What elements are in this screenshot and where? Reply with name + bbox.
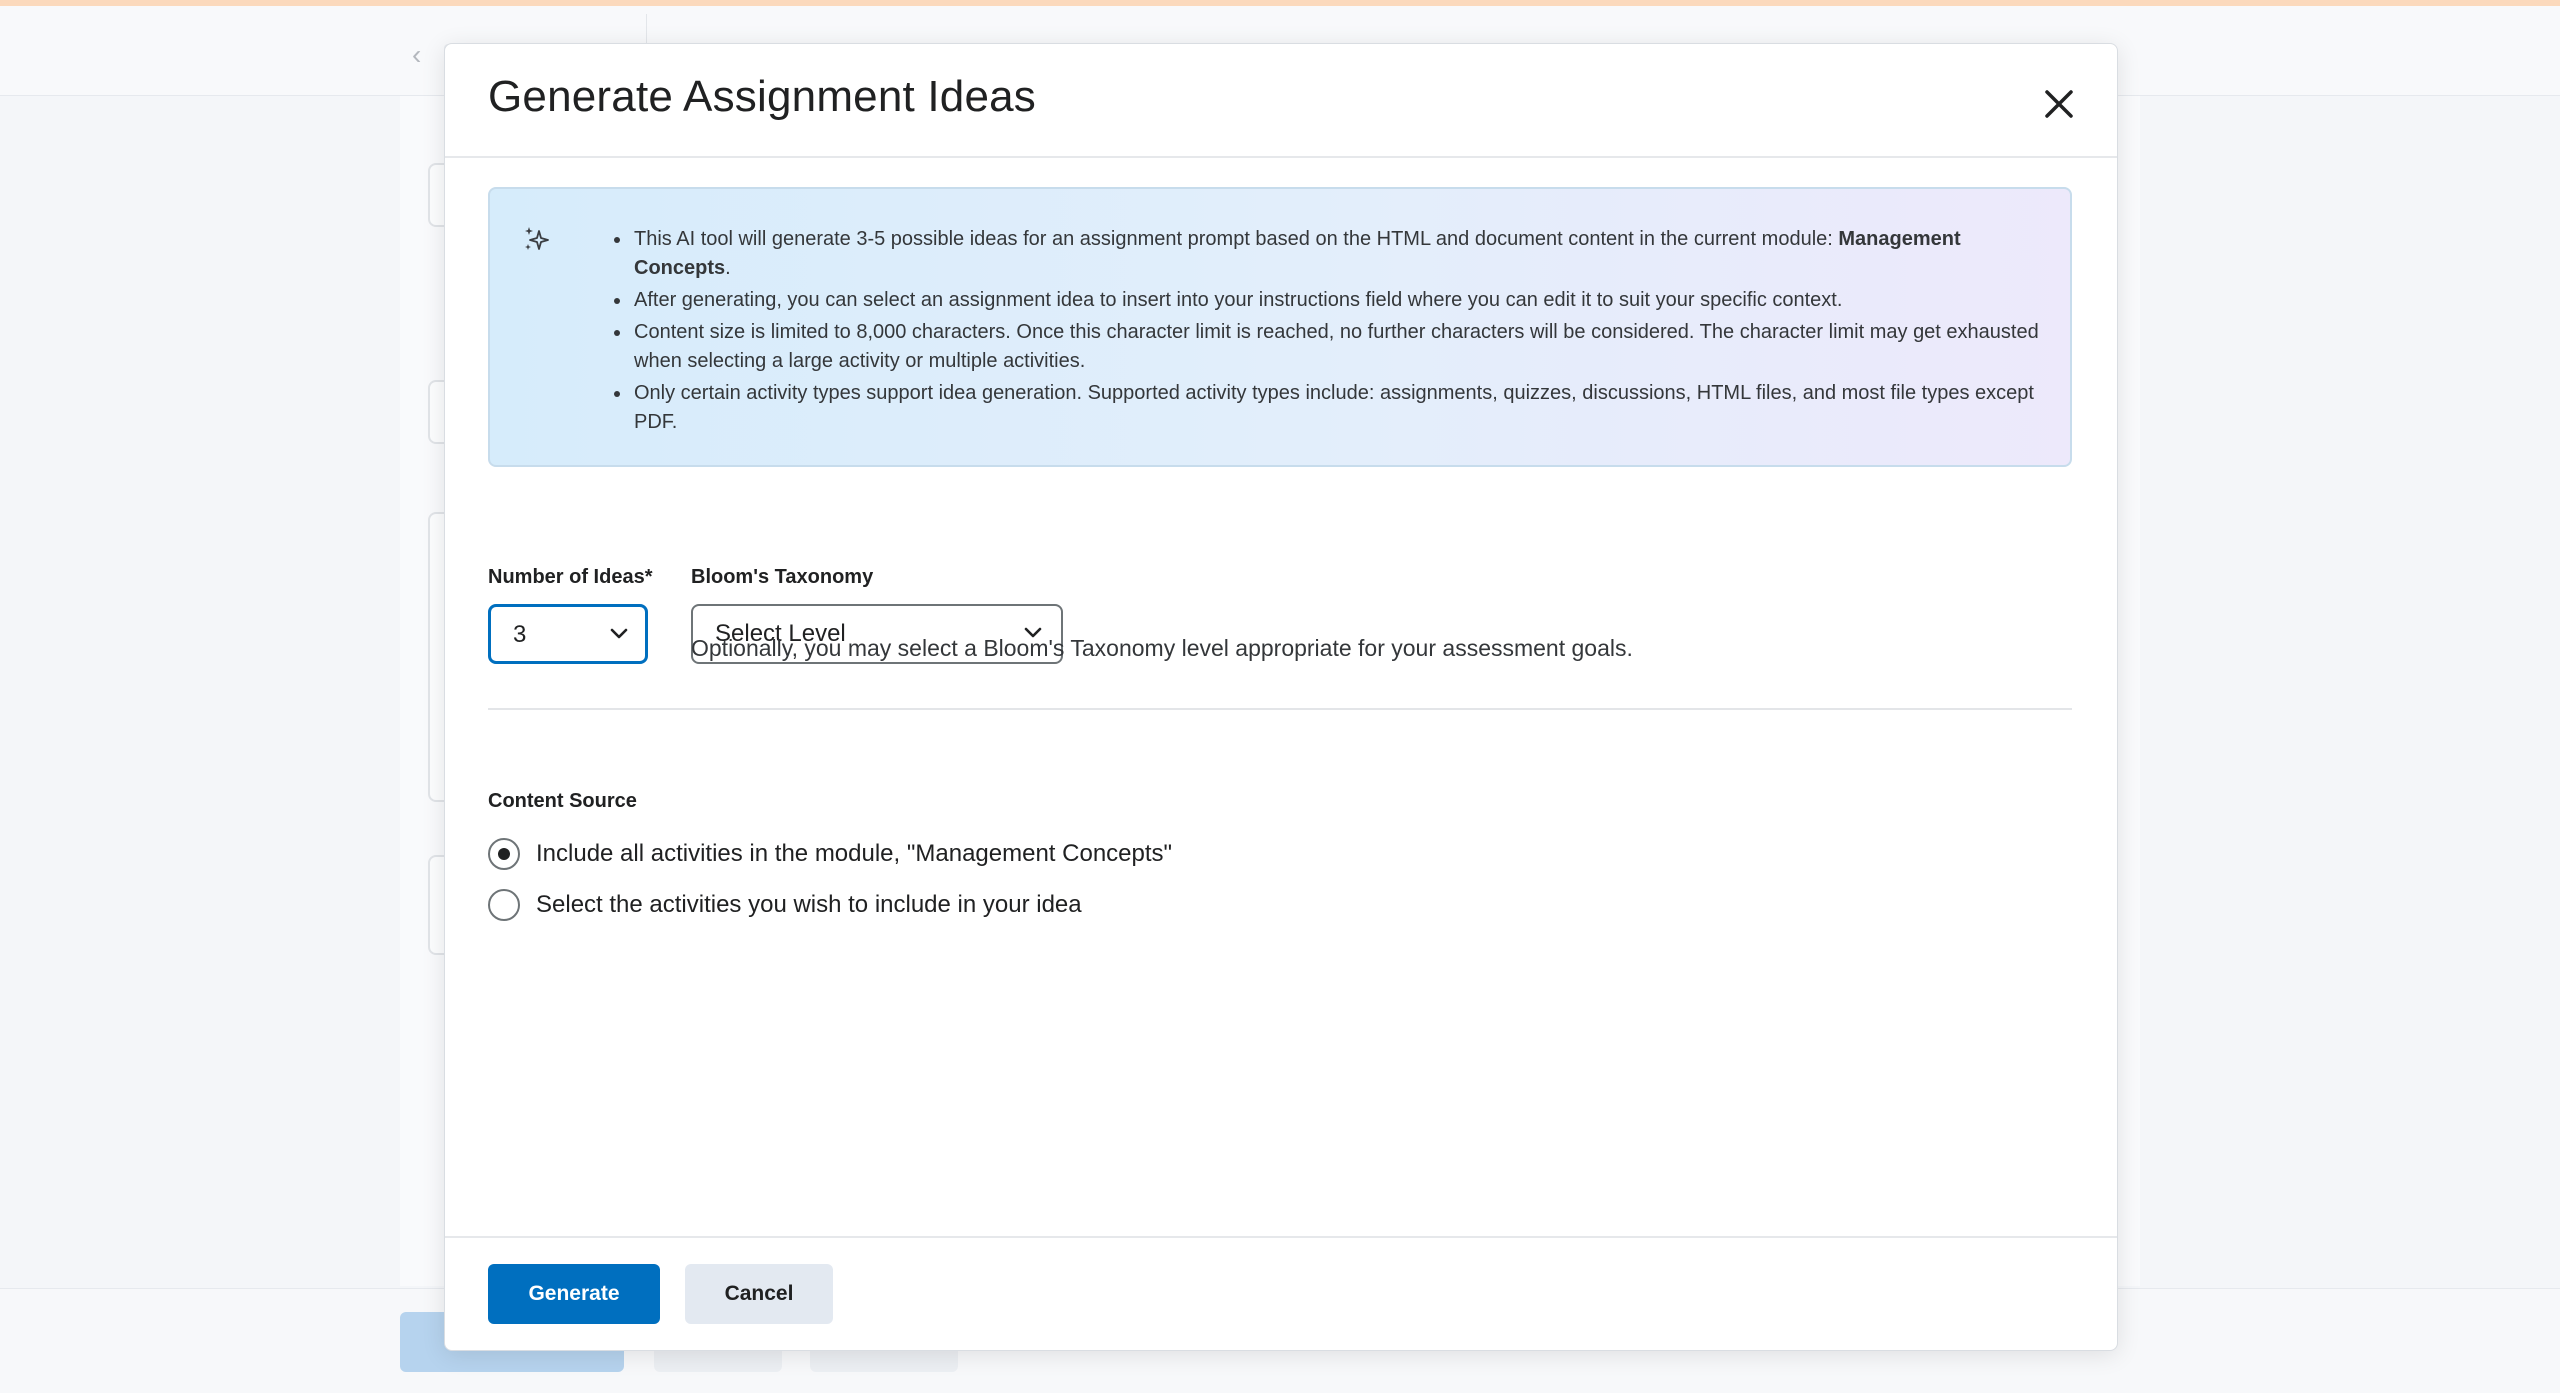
radio-select-activities[interactable]: Select the activities you wish to includ… <box>488 887 1128 927</box>
back-chevron-icon: ‹ <box>412 39 422 70</box>
info-item: Only certain activity types support idea… <box>632 379 2052 437</box>
info-item: After generating, you can select an assi… <box>632 286 2052 315</box>
close-button[interactable] <box>2037 82 2081 126</box>
radio-button[interactable] <box>488 889 520 921</box>
info-item: This AI tool will generate 3-5 possible … <box>632 225 2052 283</box>
number-of-ideas-select[interactable]: 3 <box>488 604 648 664</box>
info-item: Content size is limited to 8,000 charact… <box>632 318 2052 376</box>
info-box: This AI tool will generate 3-5 possible … <box>488 187 2072 467</box>
number-of-ideas-value: 3 <box>513 621 527 648</box>
section-divider <box>488 708 2072 710</box>
cancel-button[interactable]: Cancel <box>685 1264 833 1324</box>
info-list: This AI tool will generate 3-5 possible … <box>600 225 2052 440</box>
dialog-title: Generate Assignment Ideas <box>488 72 1036 121</box>
number-of-ideas-label: Number of Ideas* <box>488 566 653 588</box>
sparkle-icon <box>525 227 549 250</box>
content-source-label: Content Source <box>488 790 637 812</box>
radio-label: Include all activities in the module, "M… <box>536 840 1173 867</box>
radio-button-checked[interactable] <box>488 838 520 870</box>
generate-button[interactable]: Generate <box>488 1264 660 1324</box>
footer-divider <box>445 1236 2117 1238</box>
info-text: . <box>725 257 731 279</box>
radio-label: Select the activities you wish to includ… <box>536 891 1082 918</box>
info-text: This AI tool will generate 3-5 possible … <box>634 228 1839 250</box>
blooms-taxonomy-label: Bloom's Taxonomy <box>691 566 874 588</box>
radio-include-all[interactable]: Include all activities in the module, "M… <box>488 836 1208 876</box>
chevron-down-icon <box>610 628 628 639</box>
blooms-taxonomy-hint: Optionally, you may select a Bloom's Tax… <box>691 635 1633 661</box>
generate-ideas-dialog: Generate Assignment Ideas This AI tool w… <box>444 43 2118 1351</box>
close-icon <box>2045 90 2073 118</box>
header-divider <box>445 156 2117 158</box>
